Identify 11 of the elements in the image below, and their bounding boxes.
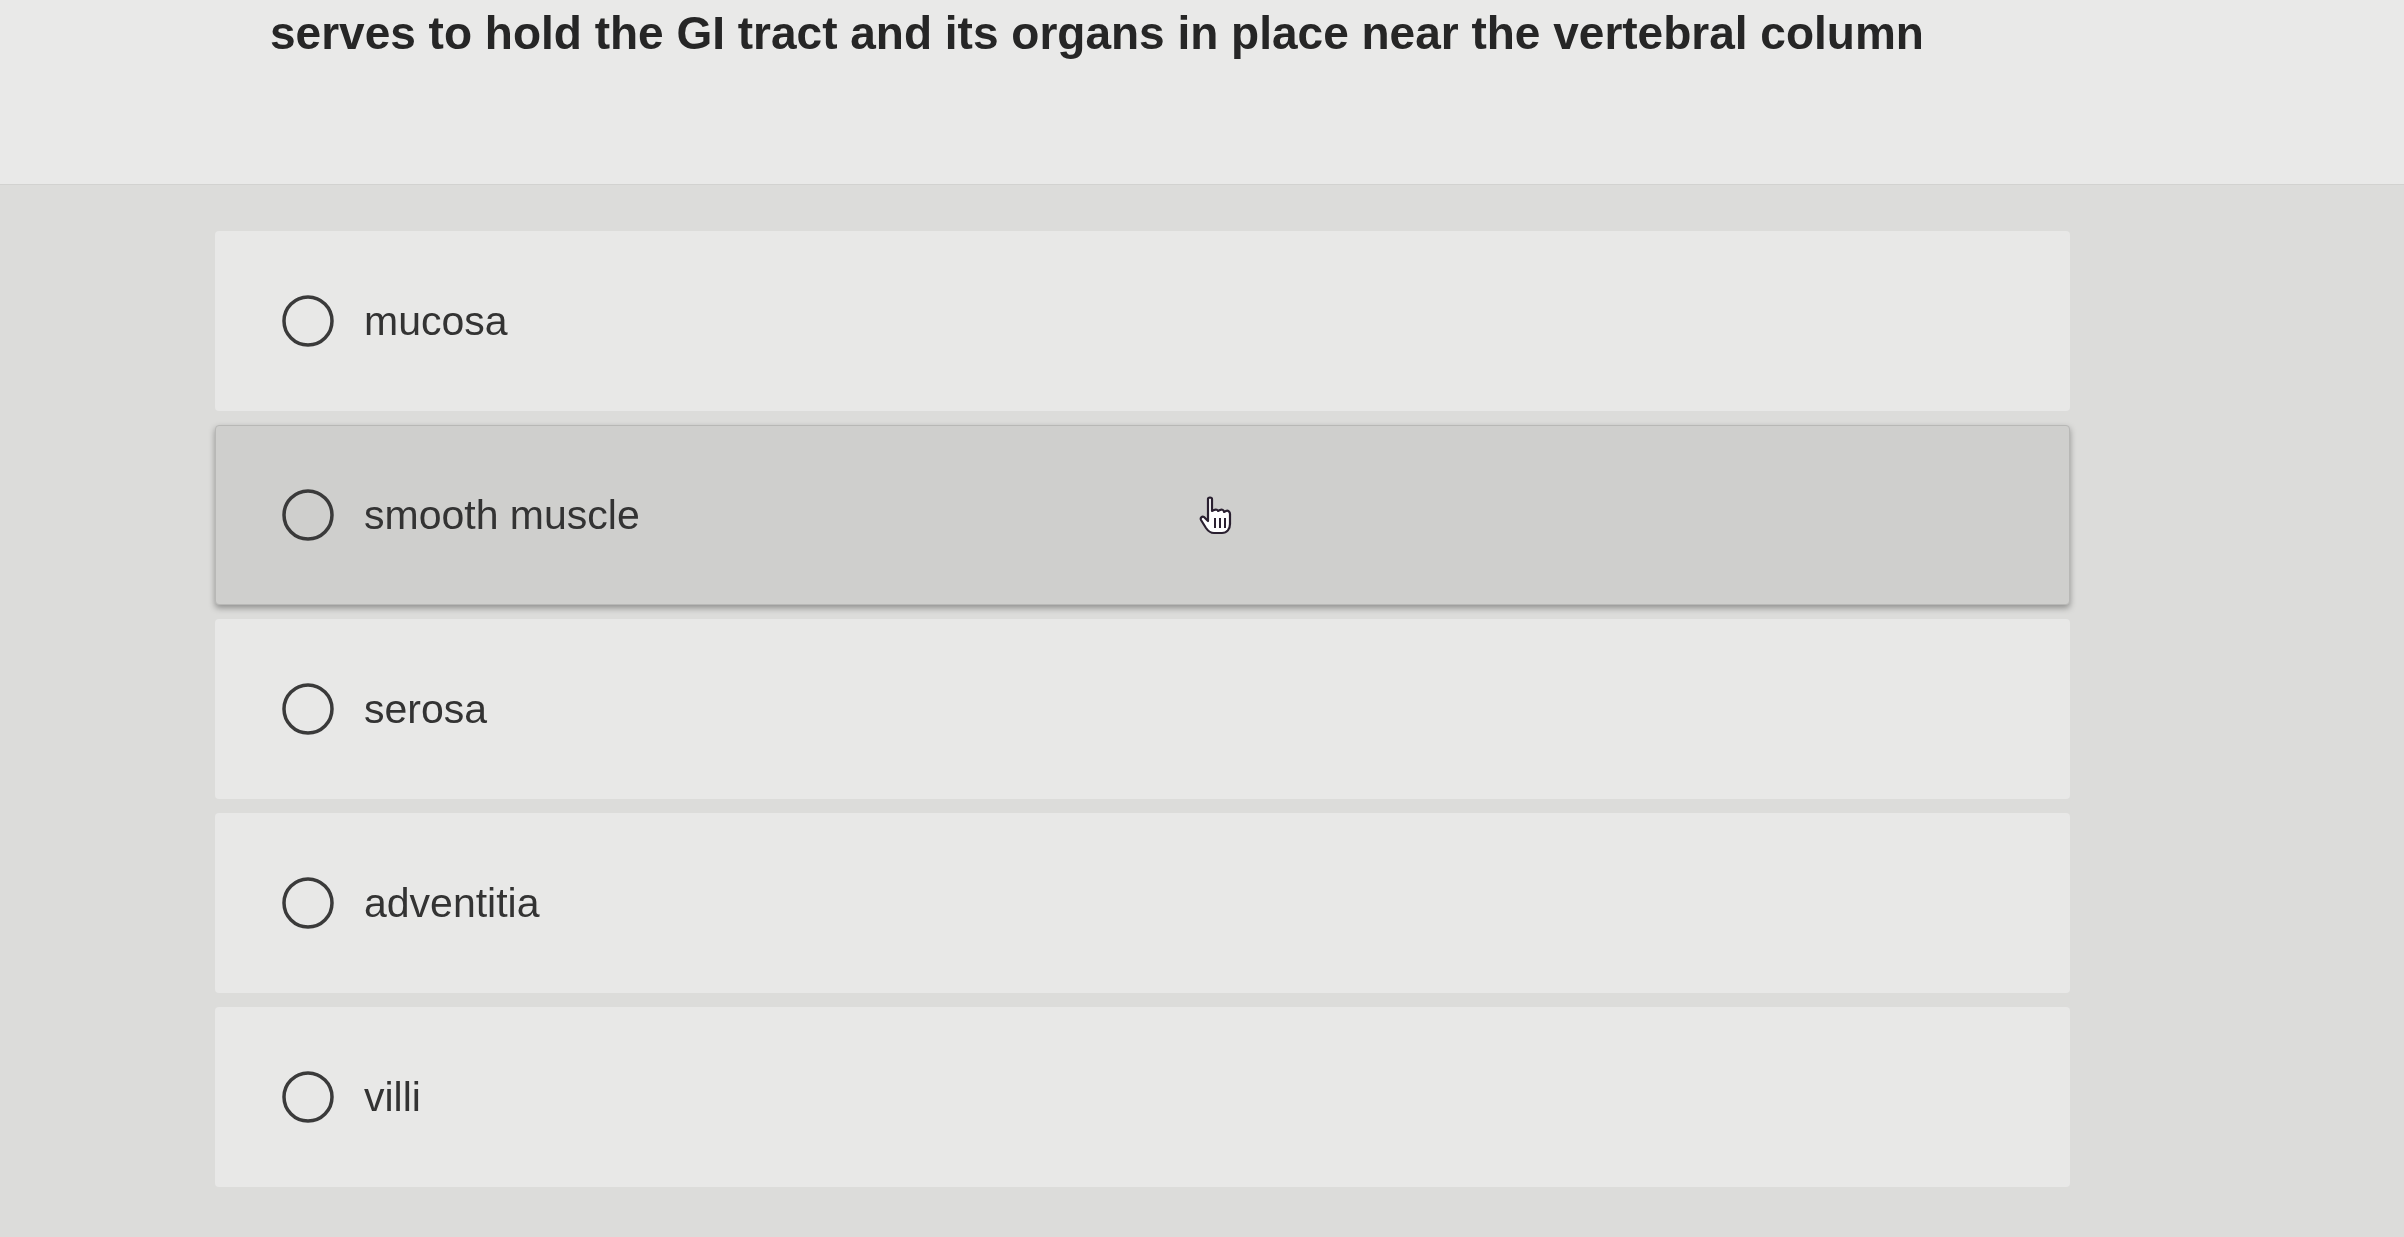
answer-option[interactable]: villi: [215, 1007, 2070, 1187]
question-text: serves to hold the GI tract and its organs in place near the vertebral column: [270, 6, 1924, 61]
radio-button[interactable]: [282, 489, 334, 541]
radio-button[interactable]: [282, 877, 334, 929]
radio-button[interactable]: [282, 683, 334, 735]
radio-button[interactable]: [282, 1071, 334, 1123]
radio-button[interactable]: [282, 295, 334, 347]
answer-option[interactable]: adventitia: [215, 813, 2070, 993]
answer-option[interactable]: serosa: [215, 619, 2070, 799]
answer-option[interactable]: mucosa: [215, 231, 2070, 411]
answer-option[interactable]: smooth muscle: [215, 425, 2070, 605]
